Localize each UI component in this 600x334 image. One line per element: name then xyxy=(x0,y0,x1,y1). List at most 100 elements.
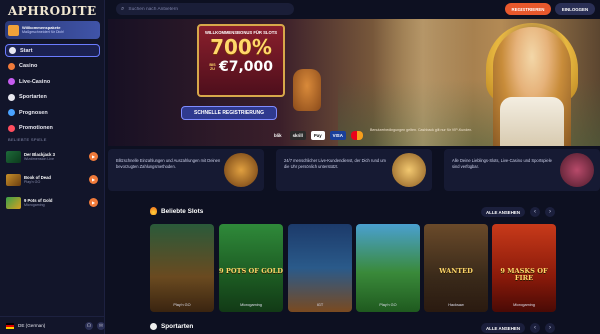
slot-tile[interactable]: IGT xyxy=(288,224,352,312)
welcome-package-card[interactable]: Willkommenspakete Maßgeschneidert für Di… xyxy=(5,21,100,39)
slots-prev-arrow-icon[interactable]: ‹ xyxy=(530,207,540,217)
recent-game-item[interactable]: Book of Dead Play'n GO ▶ xyxy=(6,172,98,187)
promo-amount: €7,000 xyxy=(218,59,274,75)
play-icon[interactable]: ▶ xyxy=(89,198,98,207)
promo-percent: 700% xyxy=(210,35,272,59)
hero-banner[interactable]: WILLKOMMENSBONUS FÜR SLOTS 700% BIS ZU €… xyxy=(108,19,600,146)
sidebar-item-sports[interactable]: Sportarten xyxy=(5,91,100,104)
sports-see-all-button[interactable]: ALLE ANSEHEN xyxy=(481,323,525,333)
slot-provider: IGT xyxy=(316,303,324,307)
game-provider: Wizdimension Live xyxy=(24,156,54,161)
slot-provider: Microgaming xyxy=(240,303,262,307)
sidebar-item-label: Start xyxy=(20,47,33,54)
search-input[interactable] xyxy=(128,6,279,12)
quick-register-button[interactable]: SCHNELLE REGISTRIERUNG xyxy=(181,106,277,120)
gift-icon xyxy=(8,24,19,36)
sidebar-nav: Start Casino Live-Casino Sportarten Prog… xyxy=(5,44,100,137)
sports-next-arrow-icon[interactable]: › xyxy=(545,323,555,333)
hero-terms-note: Benutzerbedingungen gelten. Cashback gil… xyxy=(370,128,473,132)
sports-prev-arrow-icon[interactable]: ‹ xyxy=(530,323,540,333)
slot-provider: Microgaming xyxy=(513,303,535,307)
language-selector[interactable]: DE (German) xyxy=(18,323,81,328)
search-box[interactable]: ⌕ xyxy=(116,3,294,15)
slot-tile[interactable]: 9 POTS OF GOLD Microgaming xyxy=(219,224,283,312)
promo-upto: BIS ZU xyxy=(209,62,216,72)
sidebar-item-start[interactable]: Start xyxy=(5,44,100,57)
goddess-dress-illustration xyxy=(500,97,564,146)
section-title: Beliebte Slots xyxy=(161,207,204,215)
slots-next-arrow-icon[interactable]: › xyxy=(545,207,555,217)
feature-text: Alle Deine Lieblings-Slots, Live-Casino … xyxy=(452,158,552,169)
sidebar-item-casino[interactable]: Casino xyxy=(5,60,100,73)
sidebar-item-label: Casino xyxy=(19,63,38,69)
slot-title: WANTED xyxy=(439,267,473,275)
predictions-icon xyxy=(8,109,15,116)
football-icon xyxy=(150,323,157,330)
sports-heading: Sportarten xyxy=(150,323,193,330)
vase-illustration xyxy=(293,69,321,111)
payment-methods: blik skrill Pay VISA xyxy=(271,131,363,140)
sidebar-footer: DE (German) ☊ ✉ xyxy=(0,316,105,334)
recent-games-label: BELIEBTE SPIELE xyxy=(8,137,47,142)
slots-see-all-button[interactable]: ALLE ANSEHEN xyxy=(481,207,525,217)
slot-tile[interactable]: Play'n GO xyxy=(150,224,214,312)
top-bar: ⌕ REGISTRIEREN EINLOGGEN xyxy=(106,0,600,18)
slot-provider: Play'n GO xyxy=(379,303,397,307)
welcome-subtitle: Maßgeschneidert für Dich! xyxy=(22,30,65,34)
skrill-logo: skrill xyxy=(289,131,306,140)
slot-title: 9 POTS OF GOLD xyxy=(219,267,283,275)
sidebar-item-label: Promotionen xyxy=(19,125,53,131)
winged-helmet-icon xyxy=(392,153,426,187)
slots-carousel: Play'n GO 9 POTS OF GOLD Microgaming IGT… xyxy=(150,224,560,314)
slot-provider: Play'n GO xyxy=(173,303,191,307)
search-icon: ⌕ xyxy=(121,5,125,12)
sports-icon xyxy=(8,93,15,101)
headset-icon[interactable]: ☊ xyxy=(85,321,93,330)
recent-game-item[interactable]: 9 Pots of Gold Microgaming ▶ xyxy=(6,195,98,210)
sidebar-item-promotions[interactable]: Promotionen xyxy=(5,122,100,135)
chat-icon[interactable]: ✉ xyxy=(97,321,105,330)
visa-logo: VISA xyxy=(329,131,346,140)
slot-title: 9 MASKS OF FIRE xyxy=(500,267,548,282)
sidebar-item-predictions[interactable]: Prognosen xyxy=(5,106,100,119)
gift-icon xyxy=(8,124,15,132)
game-thumbnail xyxy=(6,150,21,163)
coins-icon xyxy=(224,153,258,187)
sidebar-item-live-casino[interactable]: Live-Casino xyxy=(5,75,100,88)
sidebar-item-label: Sportarten xyxy=(19,94,47,100)
popular-slots-heading: Beliebte Slots xyxy=(150,207,203,215)
slot-provider: Hacksaw xyxy=(448,303,464,307)
dice-and-grapes-icon xyxy=(560,153,594,187)
play-icon[interactable]: ▶ xyxy=(89,175,98,184)
hero-light xyxy=(373,19,473,146)
slot-tile[interactable]: WANTED Hacksaw xyxy=(424,224,488,312)
home-icon xyxy=(9,47,16,54)
brand-logo[interactable]: APHRODITE xyxy=(8,4,97,18)
sidebar-item-label: Prognosen xyxy=(19,109,48,116)
sidebar-item-label: Live-Casino xyxy=(19,78,51,85)
slot-tile[interactable]: Play'n GO xyxy=(356,224,420,312)
feature-card-payments: Blitzschnelle Einzahlungen und Auszahlun… xyxy=(108,149,264,191)
feature-card-support: 24/7 menschlicher Live-Kundendienst, der… xyxy=(276,149,432,191)
feature-cards: Blitzschnelle Einzahlungen und Auszahlun… xyxy=(108,149,600,191)
play-icon[interactable]: ▶ xyxy=(89,152,98,161)
game-thumbnail xyxy=(6,196,21,209)
feature-card-games: Alle Deine Lieblings-Slots, Live-Casino … xyxy=(444,149,600,191)
flame-icon xyxy=(150,207,157,215)
register-button[interactable]: REGISTRIEREN xyxy=(505,3,551,15)
blik-logo: blik xyxy=(274,133,282,138)
recent-game-item[interactable]: Der Blackjack 3 Wizdimension Live ▶ xyxy=(6,149,98,164)
game-provider: Play'n GO xyxy=(24,179,41,184)
mastercard-logo xyxy=(350,131,363,140)
slot-tile[interactable]: 9 MASKS OF FIRE Microgaming xyxy=(492,224,556,312)
german-flag-icon xyxy=(6,322,14,329)
apple-pay-logo: Pay xyxy=(310,131,325,140)
game-provider: Microgaming xyxy=(24,202,45,207)
feature-text: Blitzschnelle Einzahlungen und Auszahlun… xyxy=(116,158,221,169)
casino-icon xyxy=(8,62,15,70)
live-casino-icon xyxy=(8,78,15,85)
feature-text: 24/7 menschlicher Live-Kundendienst, der… xyxy=(284,158,386,169)
app-root: APHRODITE Willkommenspakete Maßgeschneid… xyxy=(0,0,600,334)
promo-frame: WILLKOMMENSBONUS FÜR SLOTS 700% BIS ZU €… xyxy=(197,24,285,97)
login-button[interactable]: EINLOGGEN xyxy=(555,3,595,15)
